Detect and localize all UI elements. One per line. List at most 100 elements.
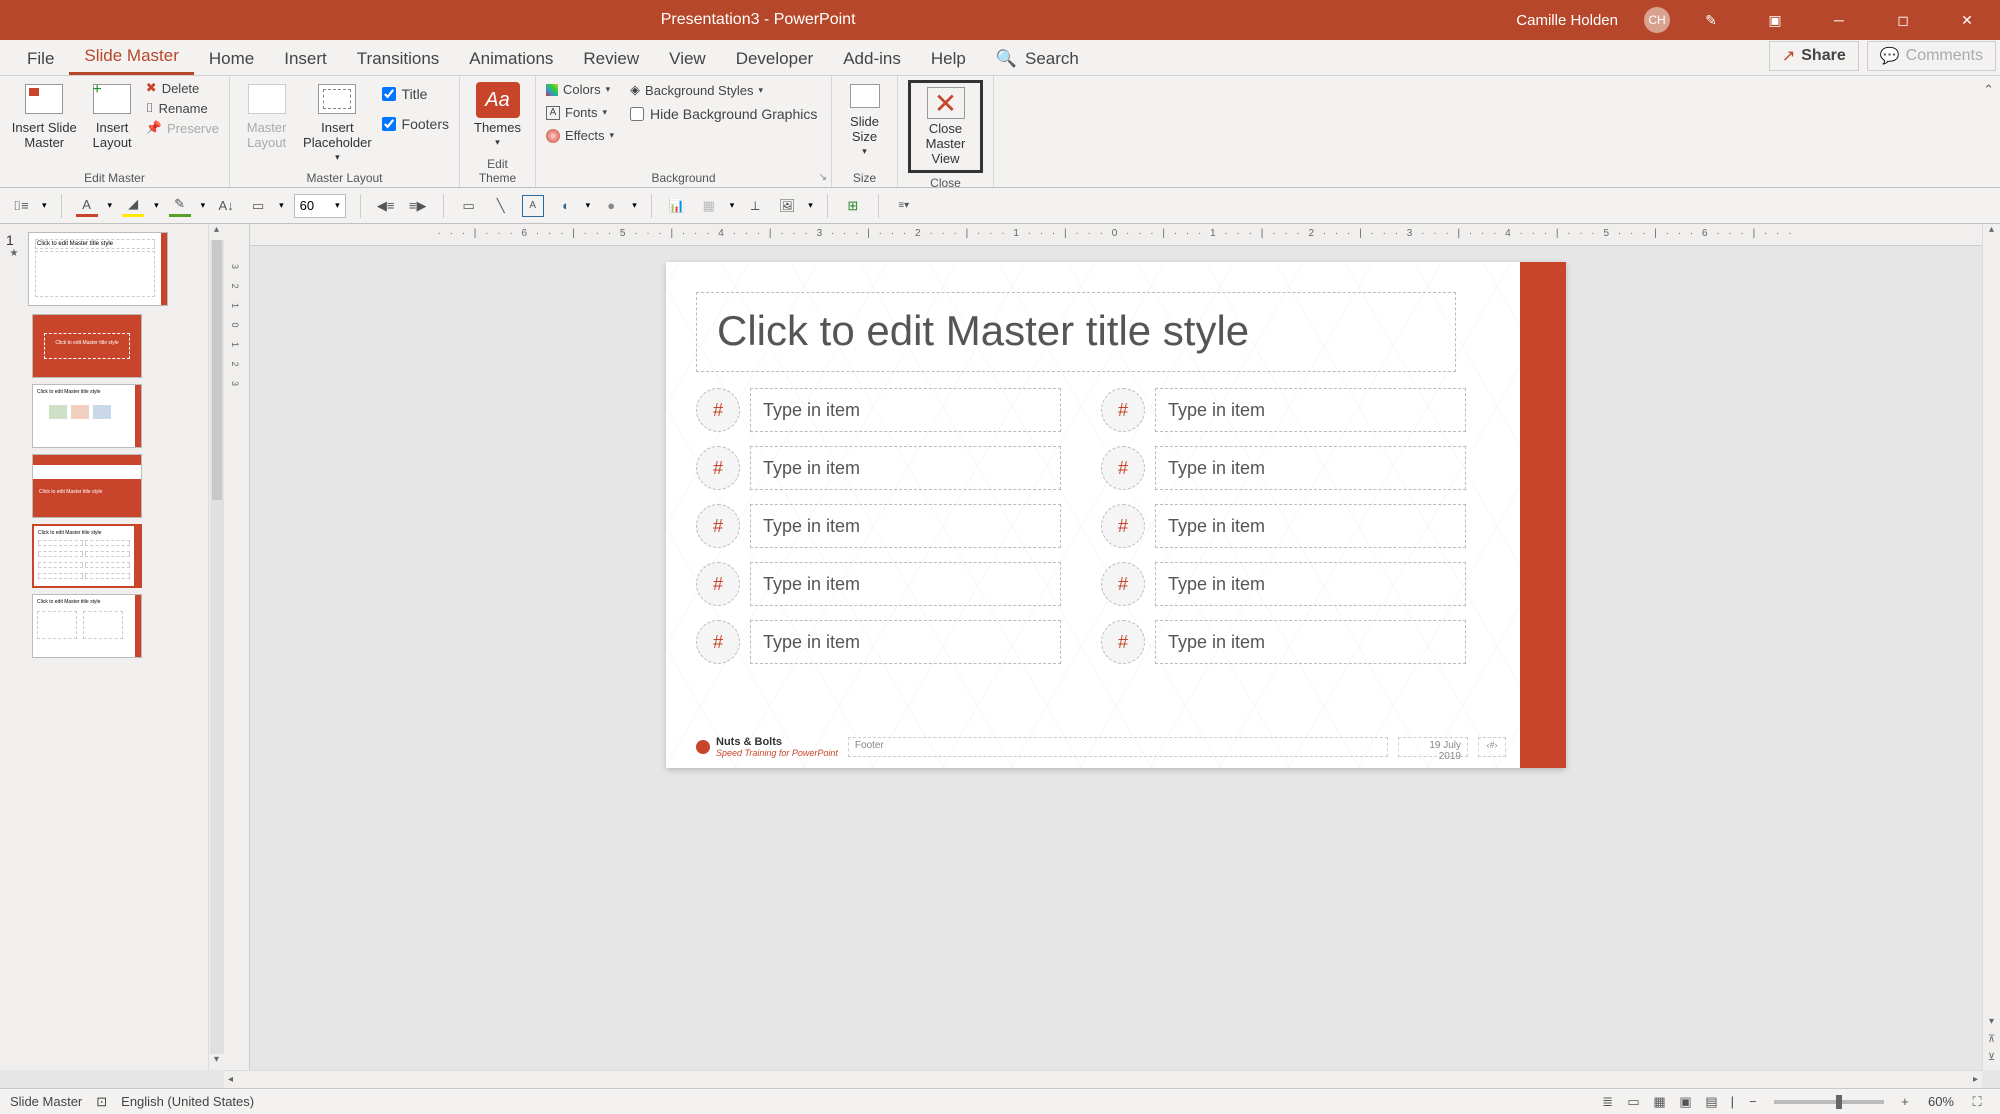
zoom-slider[interactable] <box>1774 1100 1884 1104</box>
insert-slide-master-button[interactable]: Insert Slide Master <box>10 80 79 150</box>
tab-animations[interactable]: Animations <box>454 41 568 75</box>
scroll-down-icon[interactable]: ▾ <box>1989 1016 1994 1034</box>
hash-placeholder[interactable]: # <box>696 620 740 664</box>
fit-to-window-button[interactable]: ⛶ <box>1964 1092 1990 1112</box>
slide-number-placeholder[interactable]: ‹#› <box>1478 737 1506 757</box>
share-button[interactable]: ↗ Share <box>1769 41 1859 71</box>
ruler-button[interactable]: ⊞ <box>842 195 864 217</box>
scroll-up-icon[interactable]: ▴ <box>214 224 219 240</box>
sort-button[interactable]: A↓ <box>215 195 237 217</box>
effects-button[interactable]: Effects ▾ <box>546 128 614 143</box>
editor-scrollbar-vertical[interactable]: ▴ ▾ ⊼ ⊻ <box>1982 224 2000 1070</box>
hash-placeholder[interactable]: # <box>1101 388 1145 432</box>
table-button[interactable]: ▦ <box>698 195 720 217</box>
tab-help[interactable]: Help <box>916 41 981 75</box>
ribbon-display-icon[interactable]: ▣ <box>1752 0 1798 40</box>
normal-view-button[interactable]: ▭ <box>1621 1092 1647 1112</box>
footers-checkbox[interactable]: Footers <box>382 116 449 132</box>
colors-button[interactable]: Colors ▾ <box>546 82 614 97</box>
hash-placeholder[interactable]: # <box>696 562 740 606</box>
tab-developer[interactable]: Developer <box>721 41 829 75</box>
thumbnail-layout-3[interactable]: Click to edit Master title style <box>32 454 142 518</box>
outline-button[interactable]: ✎ <box>169 195 191 217</box>
hash-placeholder[interactable]: # <box>696 388 740 432</box>
thumbnail-scrollbar[interactable]: ▴ ▾ <box>208 224 224 1070</box>
indent-decrease-button[interactable]: ◀≡ <box>375 195 397 217</box>
search-box[interactable]: 🔍 Search <box>981 41 1094 75</box>
chart-button[interactable]: 📊 <box>666 195 688 217</box>
close-button[interactable]: ✕ <box>1944 0 1990 40</box>
title-placeholder[interactable]: Click to edit Master title style <box>696 292 1456 372</box>
reading-view-button[interactable]: ▣ <box>1673 1092 1699 1112</box>
footer-placeholder[interactable]: Footer <box>848 737 1388 757</box>
close-master-view-button[interactable]: ✕ Close Master View <box>908 80 983 173</box>
more-button[interactable]: ≡▾ <box>893 195 915 217</box>
zoom-knob[interactable] <box>1836 1095 1842 1109</box>
pen-icon[interactable]: ✎ <box>1688 0 1734 40</box>
textbox-button[interactable]: A <box>522 195 544 217</box>
user-name[interactable]: Camille Holden <box>1516 12 1618 29</box>
zoom-out-button[interactable]: − <box>1740 1092 1766 1112</box>
scrollbar-thumb[interactable] <box>212 240 222 500</box>
next-slide-icon[interactable]: ⊻ <box>1988 1052 1995 1070</box>
insert-layout-button[interactable]: + Insert Layout <box>85 80 140 150</box>
indent-increase-button[interactable]: ≡▶ <box>407 195 429 217</box>
hash-placeholder[interactable]: # <box>696 446 740 490</box>
comments-button[interactable]: 💬 Comments <box>1867 41 1996 71</box>
thumbnail-layout-2[interactable]: Click to edit Master title style <box>32 384 142 448</box>
thumbnail-master[interactable]: Click to edit Master title style <box>28 232 168 306</box>
item-placeholder[interactable]: Type in item <box>750 504 1061 548</box>
rectangle-shape-button[interactable]: ▭ <box>458 195 480 217</box>
sorter-view-button[interactable]: ▦ <box>1647 1092 1673 1112</box>
scroll-up-icon[interactable]: ▴ <box>1989 224 1994 242</box>
hash-placeholder[interactable]: # <box>1101 446 1145 490</box>
scroll-down-icon[interactable]: ▾ <box>214 1054 219 1070</box>
tab-insert[interactable]: Insert <box>269 41 342 75</box>
item-placeholder[interactable]: Type in item <box>750 562 1061 606</box>
tab-addins[interactable]: Add-ins <box>828 41 916 75</box>
item-placeholder[interactable]: Type in item <box>1155 388 1466 432</box>
hide-bg-graphics-checkbox[interactable]: Hide Background Graphics <box>630 106 817 122</box>
minimize-button[interactable]: ─ <box>1816 0 1862 40</box>
item-placeholder[interactable]: Type in item <box>1155 446 1466 490</box>
insert-placeholder-button[interactable]: Insert Placeholder ▾ <box>299 80 375 163</box>
item-placeholder[interactable]: Type in item <box>1155 562 1466 606</box>
notes-button[interactable]: ≣ <box>1595 1092 1621 1112</box>
editor-scrollbar-horizontal[interactable]: ◂ ▸ <box>224 1070 1982 1088</box>
background-styles-button[interactable]: ◈Background Styles ▾ <box>630 82 817 98</box>
align-button[interactable]: ⌷≡ <box>10 195 32 217</box>
slide-size-button[interactable]: Slide Size ▾ <box>842 80 887 157</box>
font-size-input[interactable]: 60▾ <box>294 194 346 218</box>
item-placeholder[interactable]: Type in item <box>750 388 1061 432</box>
thumbnail-layout-5[interactable]: Click to edit Master title style <box>32 594 142 658</box>
accessibility-icon[interactable]: ⊡ <box>96 1094 107 1110</box>
avatar[interactable]: CH <box>1644 7 1670 33</box>
hash-placeholder[interactable]: # <box>1101 504 1145 548</box>
tab-review[interactable]: Review <box>568 41 654 75</box>
maximize-button[interactable]: ◻ <box>1880 0 1926 40</box>
hash-placeholder[interactable]: # <box>1101 562 1145 606</box>
dialog-launcher-icon[interactable]: ↘ <box>819 172 827 183</box>
scroll-right-icon[interactable]: ▸ <box>1969 1074 1982 1085</box>
themes-button[interactable]: Aa Themes ▾ <box>470 80 525 148</box>
rename-button[interactable]: ⌷Rename <box>146 100 219 116</box>
zoom-in-button[interactable]: + <box>1892 1092 1918 1112</box>
tab-file[interactable]: File <box>12 41 69 75</box>
prev-slide-icon[interactable]: ⊼ <box>1988 1034 1995 1052</box>
date-placeholder[interactable]: 19 July 2019 <box>1398 737 1468 757</box>
hash-placeholder[interactable]: # <box>696 504 740 548</box>
circle-shape-button[interactable]: ● <box>600 195 622 217</box>
rounded-shape-button[interactable]: ◖ <box>554 195 576 217</box>
slideshow-button[interactable]: ▤ <box>1699 1092 1725 1112</box>
line-shape-button[interactable]: ╲ <box>490 195 512 217</box>
thumbnail-layout-1[interactable]: Click to edit Master title style <box>32 314 142 378</box>
delete-button[interactable]: ✖Delete <box>146 80 219 96</box>
arrange-button[interactable]: ▭ <box>247 195 269 217</box>
tab-slide-master[interactable]: Slide Master <box>69 38 193 75</box>
crop-button[interactable]: ⟂ <box>744 195 766 217</box>
tab-home[interactable]: Home <box>194 41 269 75</box>
item-placeholder[interactable]: Type in item <box>1155 504 1466 548</box>
tab-view[interactable]: View <box>654 41 721 75</box>
picture-button[interactable]: 🖼 <box>776 195 798 217</box>
item-placeholder[interactable]: Type in item <box>750 620 1061 664</box>
